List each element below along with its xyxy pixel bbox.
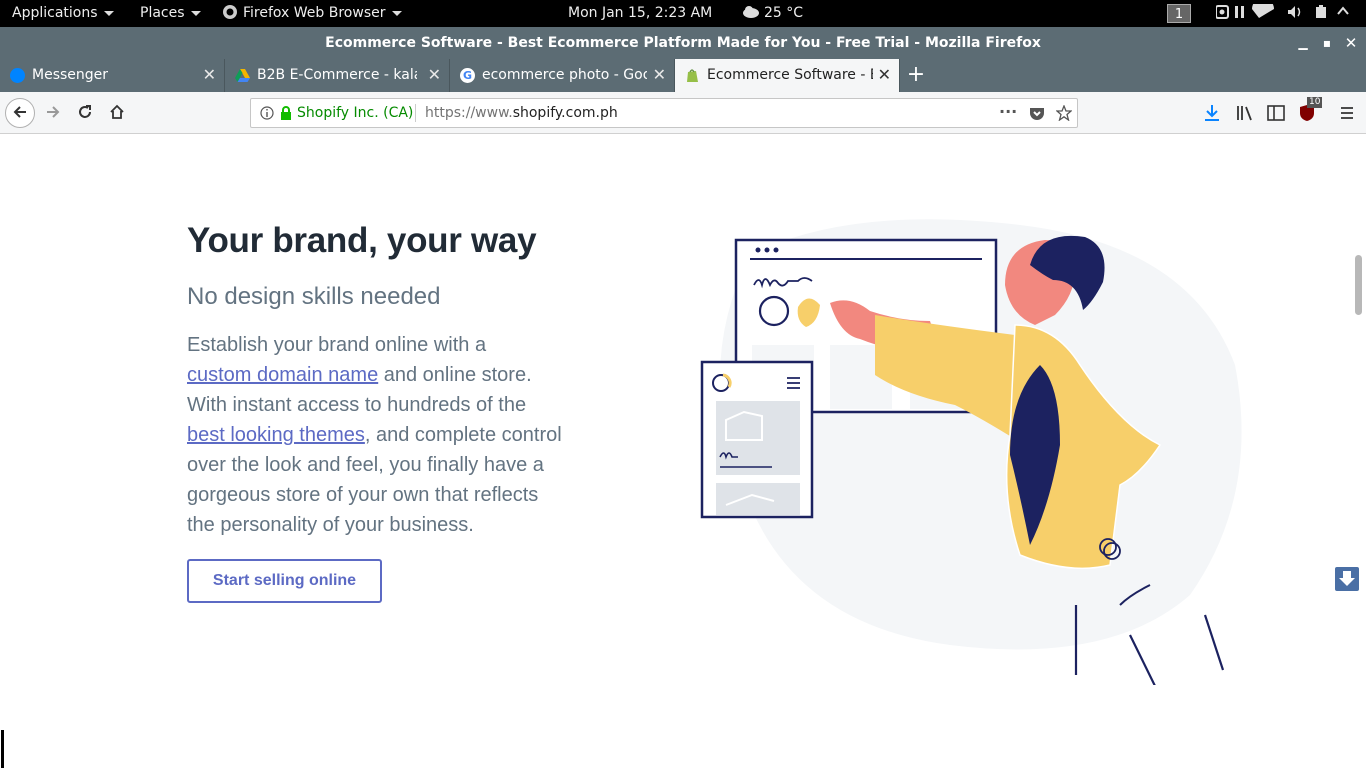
minimize-button[interactable]: ▁ (1295, 35, 1311, 51)
section-subheading: No design skills needed (187, 283, 441, 310)
chevron-down-icon (103, 10, 114, 16)
tab-b2b-ecommerce[interactable]: B2B E-Commerce - kalaka ✕ (225, 59, 450, 92)
tab-ecommerce-photo[interactable]: G ecommerce photo - Goog ✕ (450, 59, 675, 92)
addon-badge: 10 (1307, 97, 1323, 108)
close-tab-icon[interactable]: ✕ (428, 65, 441, 85)
start-selling-button[interactable]: Start selling online (187, 559, 382, 603)
shopify-icon (685, 68, 700, 83)
arrow-left-icon (13, 106, 26, 118)
tab-label: Messenger (32, 67, 109, 83)
arrow-right-icon (47, 106, 60, 118)
reload-icon (79, 105, 91, 118)
bookmark-star-icon[interactable] (1056, 105, 1072, 121)
url-divider (415, 104, 416, 122)
reload-button[interactable] (72, 100, 98, 126)
url-text[interactable]: https://www.shopify.com.ph (425, 99, 618, 127)
tab-ecommerce-software[interactable]: Ecommerce Software - Be ✕ (675, 59, 900, 92)
navigation-toolbar: Shopify Inc. (CA) https://www.shopify.co… (0, 92, 1366, 134)
window-title-bar: Ecommerce Software - Best Ecommerce Plat… (0, 27, 1366, 59)
workspace-indicator[interactable]: 1 (1167, 4, 1191, 23)
close-tab-icon[interactable]: ✕ (203, 65, 216, 85)
pocket-icon[interactable] (1029, 105, 1045, 121)
maximize-button[interactable]: ▪ (1319, 35, 1335, 51)
google-icon: G (460, 68, 475, 83)
edge-marker (1, 730, 4, 768)
chevron-down-icon (190, 10, 201, 16)
weather-label: 25 °C (764, 5, 804, 21)
tab-messenger[interactable]: Messenger ✕ (0, 59, 225, 92)
url-prefix: https://www. (425, 105, 513, 121)
applications-menu[interactable]: Applications (12, 0, 114, 27)
arrow-down-icon (1339, 571, 1355, 586)
clock[interactable]: Mon Jan 15, 2:23 AM (568, 0, 712, 27)
new-tab-button[interactable]: + (904, 63, 928, 87)
body-text: Establish your brand online with a (187, 334, 487, 356)
applications-label: Applications (12, 5, 98, 21)
sidebar-icon[interactable] (1267, 105, 1285, 121)
tab-label: ecommerce photo - Goog (482, 67, 647, 83)
section-body: Establish your brand online with a custom… (187, 330, 567, 540)
close-window-button[interactable]: ✕ (1343, 35, 1359, 51)
section-heading: Your brand, your way (187, 221, 537, 260)
active-app-label: Firefox Web Browser (243, 5, 386, 21)
tab-strip: Messenger ✕ B2B E-Commerce - kalaka ✕ G … (0, 59, 1366, 92)
floating-download-button[interactable] (1335, 567, 1359, 591)
places-menu[interactable]: Places (140, 0, 201, 27)
home-button[interactable] (104, 100, 130, 126)
ublock-addon-button[interactable]: 10 (1299, 97, 1323, 123)
places-label: Places (140, 5, 185, 21)
page-actions-icon[interactable]: ··· (999, 99, 1017, 125)
page-content: Your brand, your way No design skills ne… (0, 135, 1352, 768)
scrollbar-track[interactable] (1352, 135, 1366, 768)
google-drive-icon (235, 68, 250, 83)
site-identity[interactable]: Shopify Inc. (CA) (297, 99, 413, 127)
system-tray[interactable] (1215, 0, 1352, 27)
scrollbar-thumb[interactable] (1355, 255, 1362, 315)
firefox-icon (223, 5, 237, 19)
tab-label: B2B E-Commerce - kalaka (257, 67, 417, 83)
download-icon[interactable] (1204, 104, 1220, 122)
active-app-menu[interactable]: Firefox Web Browser (222, 0, 402, 27)
close-tab-icon[interactable]: ✕ (653, 65, 666, 85)
chevron-down-icon (391, 10, 402, 16)
back-button[interactable] (5, 98, 35, 128)
custom-domain-link[interactable]: custom domain name (187, 364, 378, 386)
messenger-icon (10, 68, 25, 83)
library-icon[interactable] (1236, 105, 1254, 121)
system-top-bar: Applications Places Firefox Web Browser … (0, 0, 1366, 27)
forward-button[interactable] (40, 100, 66, 126)
tab-label: Ecommerce Software - Be (707, 67, 873, 83)
home-icon (110, 104, 124, 119)
brand-illustration (700, 219, 1242, 685)
hamburger-menu-icon[interactable] (1339, 105, 1355, 121)
tray-icons (1215, 0, 1349, 19)
info-icon[interactable] (260, 106, 274, 120)
window-title: Ecommerce Software - Best Ecommerce Plat… (325, 35, 1041, 51)
close-tab-icon[interactable]: ✕ (878, 65, 891, 85)
cloud-icon (743, 6, 759, 18)
weather-indicator[interactable]: 25 °C (742, 0, 803, 27)
url-bar[interactable]: Shopify Inc. (CA) https://www.shopify.co… (250, 98, 1078, 128)
lock-icon (281, 106, 291, 120)
themes-link[interactable]: best looking themes (187, 424, 365, 446)
url-domain: shopify.com.ph (512, 105, 618, 121)
